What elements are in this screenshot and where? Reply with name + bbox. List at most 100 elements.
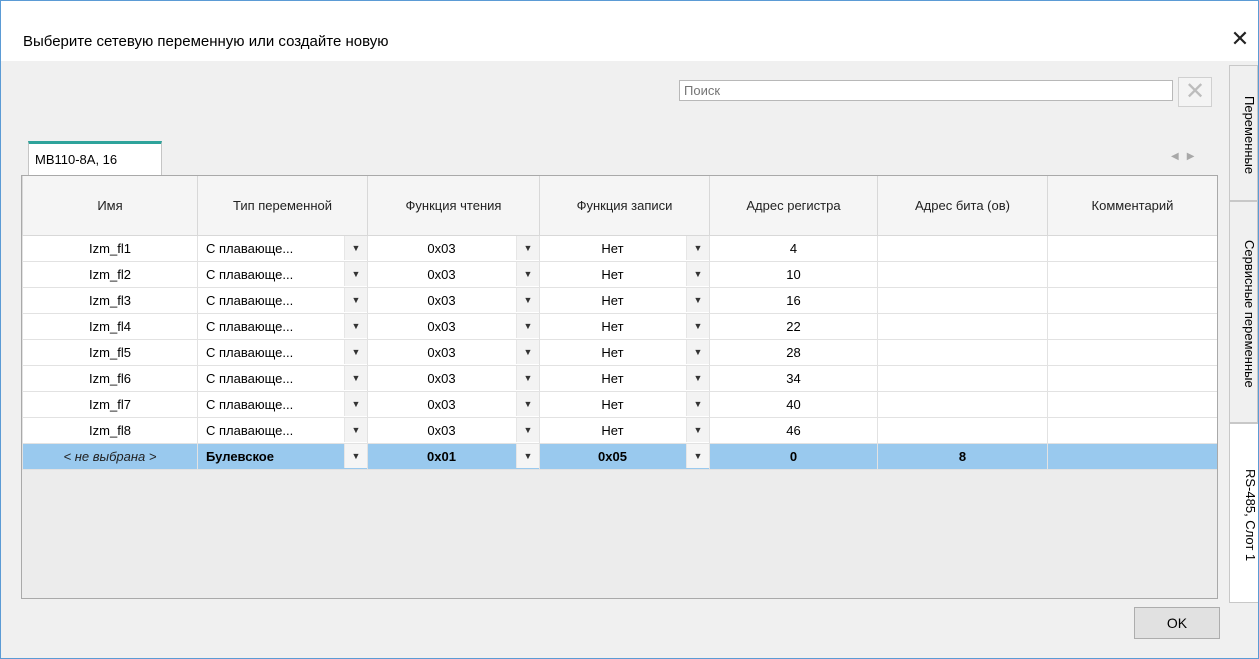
cell-read-select[interactable]: 0x03 ▼: [367, 339, 540, 366]
cell-name[interactable]: Izm_fl1: [22, 235, 198, 262]
chevron-down-icon[interactable]: ▼: [516, 314, 539, 338]
chevron-down-icon[interactable]: ▼: [516, 392, 539, 416]
cell-address[interactable]: 16: [709, 287, 878, 314]
cell-comment[interactable]: [1047, 365, 1217, 392]
table-row[interactable]: Izm_fl3 С плавающе... ▼ 0x03 ▼ Нет ▼ 16: [22, 287, 1217, 314]
cell-bit[interactable]: [877, 391, 1048, 418]
chevron-down-icon[interactable]: ▼: [344, 418, 367, 442]
cell-name[interactable]: Izm_fl8: [22, 417, 198, 444]
cell-write-select[interactable]: Нет ▼: [539, 391, 710, 418]
cell-address[interactable]: 4: [709, 235, 878, 262]
chevron-down-icon[interactable]: ▼: [516, 340, 539, 364]
chevron-down-icon[interactable]: ▼: [686, 366, 709, 390]
cell-read-select[interactable]: 0x03 ▼: [367, 391, 540, 418]
cell-bit[interactable]: [877, 417, 1048, 444]
cell-read-select[interactable]: 0x03 ▼: [367, 287, 540, 314]
chevron-down-icon[interactable]: ▼: [686, 314, 709, 338]
chevron-down-icon[interactable]: ▼: [344, 288, 367, 312]
cell-type-select[interactable]: С плавающе... ▼: [197, 365, 368, 392]
cell-address[interactable]: 40: [709, 391, 878, 418]
cell-address[interactable]: 0: [709, 443, 878, 470]
clear-search-icon[interactable]: ✕: [1178, 77, 1212, 107]
chevron-down-icon[interactable]: ▼: [344, 236, 367, 260]
cell-comment[interactable]: [1047, 287, 1217, 314]
cell-type-select[interactable]: Булевское ▼: [197, 443, 368, 470]
cell-address[interactable]: 28: [709, 339, 878, 366]
cell-address[interactable]: 22: [709, 313, 878, 340]
ok-button[interactable]: OK: [1134, 607, 1220, 639]
cell-bit[interactable]: [877, 339, 1048, 366]
cell-name[interactable]: Izm_fl6: [22, 365, 198, 392]
chevron-down-icon[interactable]: ▼: [516, 288, 539, 312]
search-input[interactable]: [679, 80, 1173, 101]
cell-bit[interactable]: [877, 235, 1048, 262]
column-header-name[interactable]: Имя: [22, 176, 198, 236]
column-header-bit[interactable]: Адрес бита (ов): [877, 176, 1048, 236]
cell-comment[interactable]: [1047, 339, 1217, 366]
cell-write-select[interactable]: Нет ▼: [539, 339, 710, 366]
cell-bit[interactable]: 8: [877, 443, 1048, 470]
chevron-down-icon[interactable]: ▼: [516, 418, 539, 442]
cell-read-select[interactable]: 0x03 ▼: [367, 313, 540, 340]
chevron-down-icon[interactable]: ▼: [344, 262, 367, 286]
chevron-down-icon[interactable]: ▼: [344, 366, 367, 390]
chevron-down-icon[interactable]: ▼: [344, 444, 367, 468]
chevron-down-icon[interactable]: ▼: [686, 392, 709, 416]
cell-write-select[interactable]: Нет ▼: [539, 261, 710, 288]
cell-read-select[interactable]: 0x01 ▼: [367, 443, 540, 470]
arrow-right-icon[interactable]: ▶: [1187, 151, 1203, 162]
side-tab-variables[interactable]: Переменные: [1229, 65, 1258, 201]
chevron-down-icon[interactable]: ▼: [686, 288, 709, 312]
side-tab-rs485[interactable]: RS-485, Слот 1: [1229, 423, 1258, 603]
cell-read-select[interactable]: 0x03 ▼: [367, 261, 540, 288]
cell-type-select[interactable]: С плавающе... ▼: [197, 313, 368, 340]
table-row[interactable]: Izm_fl4 С плавающе... ▼ 0x03 ▼ Нет ▼ 22: [22, 313, 1217, 340]
cell-comment[interactable]: [1047, 417, 1217, 444]
table-row[interactable]: < не выбрана > Булевское ▼ 0x01 ▼ 0x05 ▼ 0 8: [22, 443, 1217, 470]
cell-type-select[interactable]: С плавающе... ▼: [197, 287, 368, 314]
column-header-type[interactable]: Тип переменной: [197, 176, 368, 236]
chevron-down-icon[interactable]: ▼: [686, 340, 709, 364]
cell-read-select[interactable]: 0x03 ▼: [367, 417, 540, 444]
tab-device[interactable]: МВ110-8А, 16: [28, 141, 162, 175]
cell-address[interactable]: 34: [709, 365, 878, 392]
cell-type-select[interactable]: С плавающе... ▼: [197, 417, 368, 444]
chevron-down-icon[interactable]: ▼: [344, 392, 367, 416]
column-header-comment[interactable]: Комментарий: [1047, 176, 1217, 236]
arrow-left-icon[interactable]: ◀: [1171, 151, 1187, 162]
cell-comment[interactable]: [1047, 261, 1217, 288]
cell-write-select[interactable]: 0x05 ▼: [539, 443, 710, 470]
cell-type-select[interactable]: С плавающе... ▼: [197, 261, 368, 288]
chevron-down-icon[interactable]: ▼: [344, 340, 367, 364]
cell-comment[interactable]: [1047, 443, 1217, 470]
table-row[interactable]: Izm_fl6 С плавающе... ▼ 0x03 ▼ Нет ▼ 34: [22, 365, 1217, 392]
cell-name[interactable]: Izm_fl4: [22, 313, 198, 340]
cell-comment[interactable]: [1047, 391, 1217, 418]
cell-read-select[interactable]: 0x03 ▼: [367, 235, 540, 262]
cell-address[interactable]: 46: [709, 417, 878, 444]
cell-name[interactable]: Izm_fl3: [22, 287, 198, 314]
table-row[interactable]: Izm_fl1 С плавающе... ▼ 0x03 ▼ Нет ▼ 4: [22, 235, 1217, 262]
cell-comment[interactable]: [1047, 313, 1217, 340]
chevron-down-icon[interactable]: ▼: [686, 444, 709, 468]
cell-type-select[interactable]: С плавающе... ▼: [197, 339, 368, 366]
chevron-down-icon[interactable]: ▼: [686, 418, 709, 442]
side-tab-service-variables[interactable]: Сервисные переменные: [1229, 201, 1258, 423]
cell-name[interactable]: Izm_fl5: [22, 339, 198, 366]
cell-bit[interactable]: [877, 261, 1048, 288]
chevron-down-icon[interactable]: ▼: [516, 444, 539, 468]
cell-write-select[interactable]: Нет ▼: [539, 417, 710, 444]
close-icon[interactable]: ✕: [1228, 27, 1252, 51]
table-row[interactable]: Izm_fl5 С плавающе... ▼ 0x03 ▼ Нет ▼ 28: [22, 339, 1217, 366]
cell-name[interactable]: Izm_fl7: [22, 391, 198, 418]
chevron-down-icon[interactable]: ▼: [686, 236, 709, 260]
table-row[interactable]: Izm_fl7 С плавающе... ▼ 0x03 ▼ Нет ▼ 40: [22, 391, 1217, 418]
cell-bit[interactable]: [877, 313, 1048, 340]
chevron-down-icon[interactable]: ▼: [516, 366, 539, 390]
cell-bit[interactable]: [877, 287, 1048, 314]
cell-type-select[interactable]: С плавающе... ▼: [197, 235, 368, 262]
cell-read-select[interactable]: 0x03 ▼: [367, 365, 540, 392]
cell-name[interactable]: < не выбрана >: [22, 443, 198, 470]
cell-comment[interactable]: [1047, 235, 1217, 262]
column-header-address[interactable]: Адрес регистра: [709, 176, 878, 236]
